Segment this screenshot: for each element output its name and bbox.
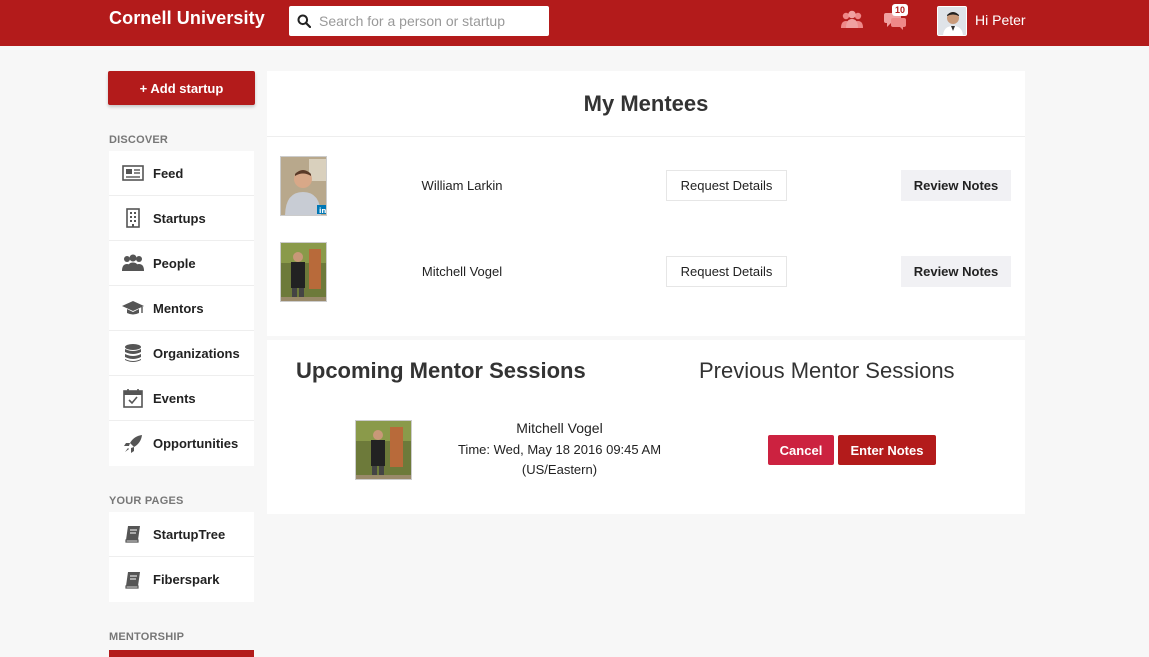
sidebar-item-opportunities[interactable]: Opportunities: [109, 421, 254, 466]
add-startup-button[interactable]: + Add startup: [108, 71, 255, 105]
sidebar-item-mentorship-active[interactable]: [109, 650, 254, 657]
mentor-sessions-panel: Upcoming Mentor Sessions Previous Mentor…: [267, 340, 1025, 514]
my-mentees-panel: My Mentees in William Larkin Request Det…: [267, 71, 1025, 336]
search-box[interactable]: [289, 6, 549, 36]
people-icon[interactable]: [840, 10, 864, 35]
sidebar-item-label: Organizations: [153, 345, 240, 361]
mentee-name[interactable]: Mitchell Vogel: [387, 264, 537, 279]
search-input[interactable]: [319, 13, 539, 29]
session-mentee-photo[interactable]: [355, 420, 412, 480]
message-count-badge: 10: [892, 4, 909, 16]
tab-previous-sessions[interactable]: Previous Mentor Sessions: [699, 358, 955, 384]
sidebar-item-label: StartupTree: [153, 526, 226, 542]
cancel-session-button[interactable]: Cancel: [768, 435, 834, 465]
session-timezone: (US/Eastern): [521, 462, 598, 477]
sidebar-item-label: Mentors: [153, 300, 204, 316]
sidebar-item-feed[interactable]: Feed: [109, 151, 254, 196]
sidebar-item-label: People: [153, 255, 196, 271]
sidebar-item-mentors[interactable]: Mentors: [109, 286, 254, 331]
sidebar-item-label: Feed: [153, 165, 184, 181]
enter-notes-button[interactable]: Enter Notes: [838, 435, 936, 465]
top-navbar: Cornell University 10 Hi Peter: [0, 0, 1149, 46]
sidebar-item-people[interactable]: People: [109, 241, 254, 286]
discover-nav: Feed Startups People Mentors Organizatio…: [109, 151, 254, 466]
request-details-button[interactable]: Request Details: [666, 256, 787, 287]
mentee-row: in William Larkin Request Details Review…: [267, 156, 1025, 218]
building-icon: [121, 207, 145, 229]
svg-text:in: in: [319, 207, 326, 215]
review-notes-button[interactable]: Review Notes: [901, 256, 1011, 287]
sidebar-item-fiberspark[interactable]: Fiberspark: [109, 557, 254, 602]
sidebar-item-events[interactable]: Events: [109, 376, 254, 421]
session-time: Time: Wed, May 18 2016 09:45 AM: [457, 442, 662, 457]
mentee-name[interactable]: William Larkin: [387, 178, 537, 193]
newspaper-icon: [121, 162, 145, 184]
calendar-check-icon: [121, 387, 145, 409]
mentee-photo[interactable]: [280, 242, 327, 302]
search-icon: [289, 14, 319, 28]
mentorship-section-title: MENTORSHIP: [109, 631, 185, 643]
your-pages-nav: StartupTree Fiberspark: [109, 512, 254, 602]
mentee-row: Mitchell Vogel Request Details Review No…: [267, 242, 1025, 304]
session-mentee-name[interactable]: Mitchell Vogel: [447, 420, 672, 436]
book-icon: [121, 523, 145, 545]
mentee-photo[interactable]: in: [280, 156, 327, 216]
user-greeting[interactable]: Hi Peter: [975, 12, 1026, 28]
my-mentees-title: My Mentees: [267, 71, 1025, 137]
graduation-cap-icon: [121, 297, 145, 319]
people-icon: [121, 252, 145, 274]
sidebar-item-label: Events: [153, 390, 196, 406]
sidebar-item-startups[interactable]: Startups: [109, 196, 254, 241]
rocket-icon: [121, 433, 145, 455]
sidebar-item-organizations[interactable]: Organizations: [109, 331, 254, 376]
review-notes-button[interactable]: Review Notes: [901, 170, 1011, 201]
sidebar-item-startuptree[interactable]: StartupTree: [109, 512, 254, 557]
database-icon: [121, 342, 145, 364]
sidebar-item-label: Fiberspark: [153, 572, 220, 587]
tab-upcoming-sessions[interactable]: Upcoming Mentor Sessions: [296, 358, 586, 384]
brand-logo[interactable]: Cornell University: [109, 8, 265, 29]
sidebar-item-label: Startups: [153, 210, 206, 226]
sidebar-item-label: Opportunities: [153, 436, 239, 451]
discover-section-title: DISCOVER: [109, 134, 169, 146]
request-details-button[interactable]: Request Details: [666, 170, 787, 201]
book-icon: [121, 569, 145, 591]
your-pages-section-title: YOUR PAGES: [109, 495, 184, 507]
user-avatar[interactable]: [937, 6, 967, 36]
